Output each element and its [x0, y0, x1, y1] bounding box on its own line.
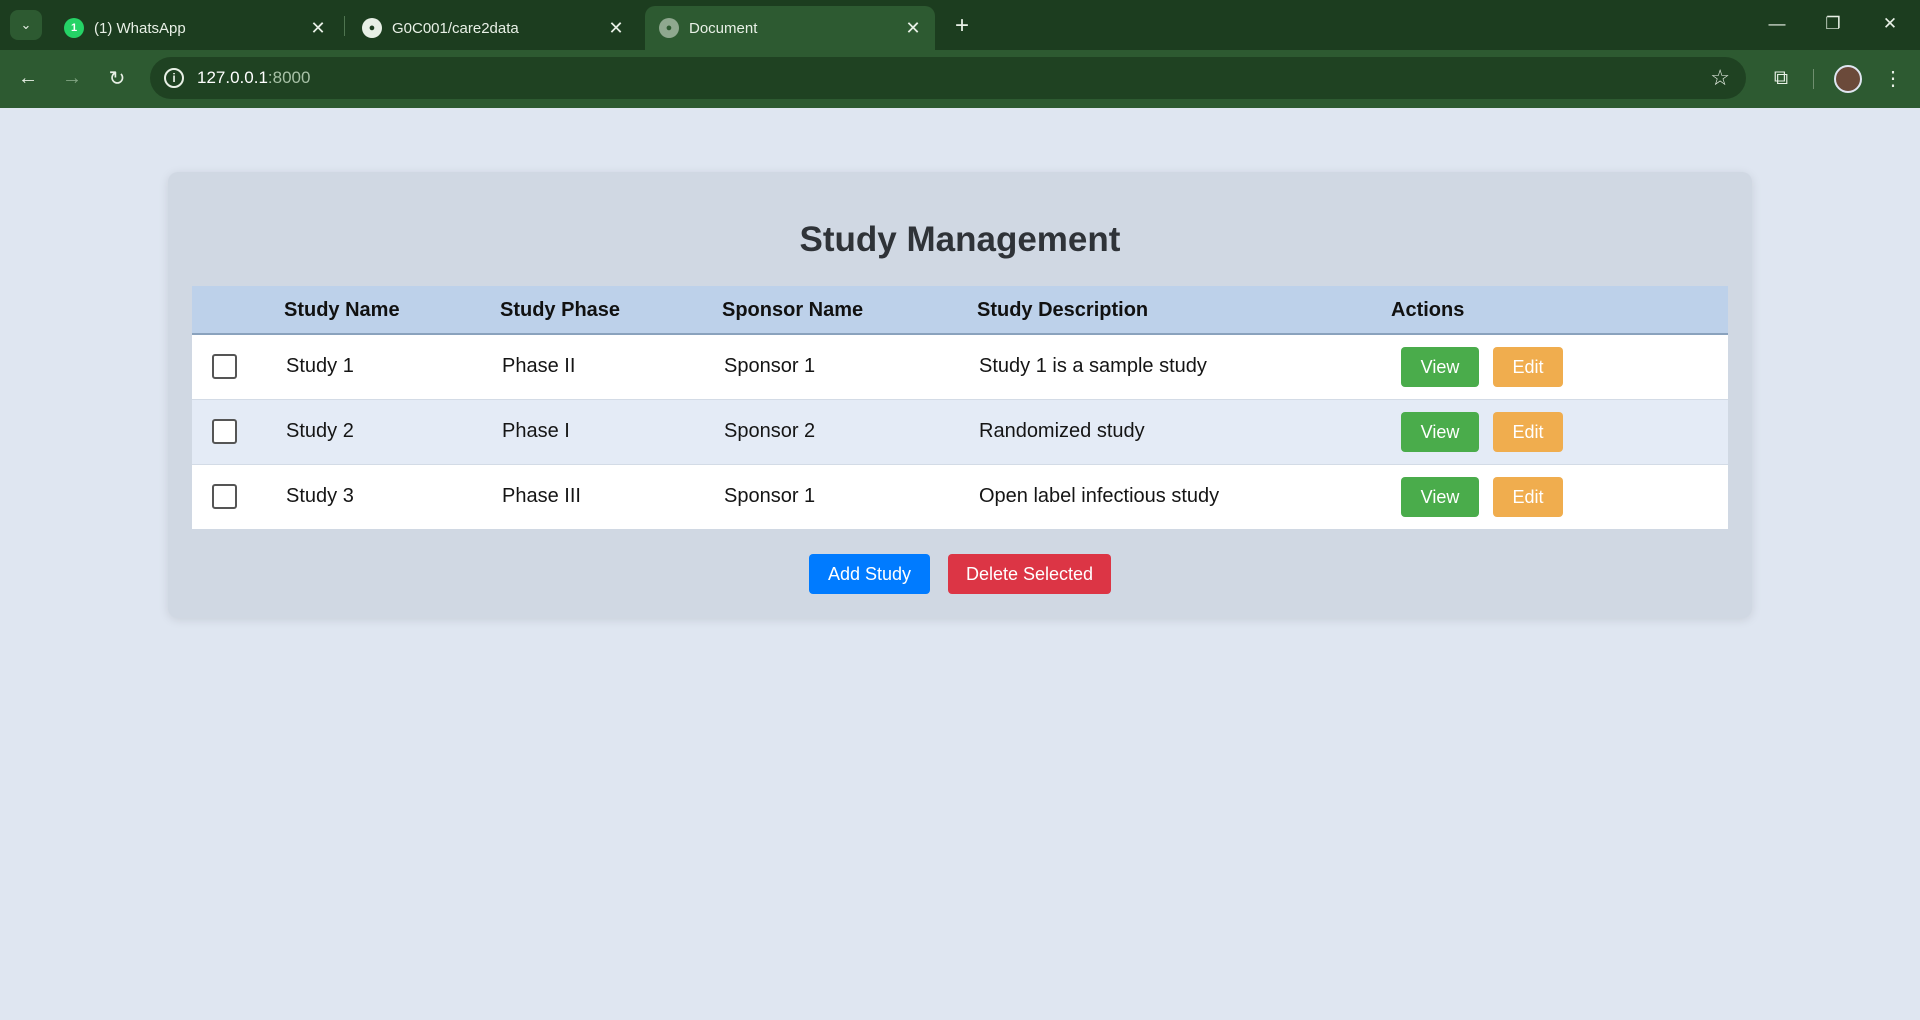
minimize-button[interactable]: — — [1757, 8, 1797, 40]
tab-document[interactable]: ● Document ✕ — [645, 6, 935, 50]
toolbar-divider — [1813, 69, 1814, 89]
sponsor-name: Sponsor 1 — [724, 355, 816, 378]
restore-button[interactable]: ❐ — [1813, 8, 1853, 40]
view-button[interactable]: View — [1401, 411, 1479, 452]
tab-whatsapp[interactable]: 1 (1) WhatsApp ✕ — [50, 6, 340, 50]
star-icon[interactable]: ☆ — [1710, 65, 1730, 91]
profile-avatar[interactable] — [1834, 65, 1862, 93]
study-management-card: Study Management Study Name Study Phase … — [168, 172, 1752, 618]
sponsor-name: Sponsor 2 — [724, 420, 816, 442]
view-button[interactable]: View — [1401, 346, 1479, 387]
edit-button[interactable]: Edit — [1493, 346, 1563, 387]
new-tab-button[interactable]: + — [948, 12, 976, 40]
close-icon[interactable]: ✕ — [901, 16, 925, 40]
actions-cell: View Edit — [1391, 399, 1728, 464]
close-icon[interactable]: ✕ — [604, 16, 628, 40]
more-vert-icon: ⋮ — [1883, 67, 1903, 90]
extensions-button[interactable]: ⧉ — [1765, 62, 1797, 94]
edit-button[interactable]: Edit — [1493, 411, 1563, 452]
close-icon: ✕ — [1882, 14, 1898, 33]
arrow-right-icon: → — [62, 66, 82, 89]
select-cell — [192, 464, 284, 529]
header-sponsor-name: Sponsor Name — [722, 299, 864, 321]
table-row: Study 1 Phase II Sponsor 1 Study 1 is a … — [192, 334, 1728, 399]
edit-button[interactable]: Edit — [1493, 476, 1563, 517]
arrow-left-icon: ← — [18, 66, 38, 89]
delete-selected-button[interactable]: Delete Selected — [948, 554, 1111, 594]
tab-search-button[interactable]: ⌄ — [10, 10, 42, 40]
info-icon[interactable]: i — [164, 68, 184, 88]
minimize-icon: — — [1768, 14, 1786, 33]
sponsor-name: Sponsor 1 — [724, 485, 816, 508]
chevron-down-icon: ⌄ — [20, 17, 32, 32]
actions-cell: View Edit — [1391, 334, 1728, 399]
header-actions: Actions — [1391, 299, 1465, 321]
url-port: :8000 — [267, 68, 311, 87]
header-study-name: Study Name — [284, 299, 400, 321]
globe-icon: ● — [659, 18, 679, 38]
reload-button[interactable]: ↻ — [101, 62, 133, 94]
study-name: Study 2 — [286, 420, 354, 442]
url-host: 127.0.0.1 — [197, 68, 268, 87]
row-checkbox[interactable] — [212, 419, 237, 444]
browser-toolbar: ← → ↻ i 127.0.0.1:8000 ☆ ⧉ ⋮ — [0, 50, 1920, 108]
study-description: Open label infectious study — [979, 485, 1220, 508]
tab-separator — [344, 16, 345, 36]
address-bar[interactable]: i 127.0.0.1:8000 ☆ — [150, 57, 1746, 99]
puzzle-icon: ⧉ — [1773, 66, 1789, 89]
plus-icon: + — [954, 12, 969, 39]
close-icon[interactable]: ✕ — [306, 16, 330, 40]
row-checkbox[interactable] — [212, 354, 237, 380]
view-button[interactable]: View — [1401, 476, 1479, 517]
study-phase: Phase III — [502, 485, 581, 508]
whatsapp-icon: 1 — [64, 18, 84, 38]
reload-icon: ↻ — [108, 67, 126, 90]
study-phase: Phase II — [502, 355, 576, 378]
close-window-button[interactable]: ✕ — [1870, 8, 1910, 40]
study-phase: Phase I — [502, 420, 570, 442]
url-text[interactable]: 127.0.0.1:8000 — [197, 68, 310, 88]
tab-label: G0C001/care2data — [392, 19, 519, 37]
table-row: Study 2 Phase I Sponsor 2 Randomized stu… — [192, 399, 1728, 464]
menu-button[interactable]: ⋮ — [1877, 62, 1909, 94]
page-title: Study Management — [799, 220, 1121, 259]
select-cell — [192, 399, 284, 464]
tab-label: Document — [689, 19, 758, 37]
select-cell — [192, 334, 284, 399]
tab-label: (1) WhatsApp — [94, 19, 186, 37]
header-select — [192, 286, 284, 334]
restore-icon: ❐ — [1825, 14, 1841, 33]
study-description: Randomized study — [979, 420, 1145, 442]
study-name: Study 3 — [286, 485, 354, 508]
tab-github[interactable]: ● G0C001/care2data ✕ — [348, 6, 638, 50]
row-checkbox[interactable] — [212, 484, 237, 510]
study-description: Study 1 is a sample study — [979, 355, 1207, 378]
forward-button[interactable]: → — [56, 62, 88, 94]
browser-tab-bar: ⌄ 1 (1) WhatsApp ✕ ● G0C001/care2data ✕ … — [0, 0, 1920, 50]
add-study-button[interactable]: Add Study — [809, 554, 930, 594]
header-study-description: Study Description — [977, 299, 1149, 321]
table-row: Study 3 Phase III Sponsor 1 Open label i… — [192, 464, 1728, 529]
study-name: Study 1 — [286, 355, 354, 378]
table-header-row: Study Name Study Phase Sponsor Name Stud… — [192, 286, 1728, 334]
github-icon: ● — [362, 18, 382, 38]
back-button[interactable]: ← — [12, 62, 44, 94]
studies-table: Study Name Study Phase Sponsor Name Stud… — [192, 286, 1728, 529]
actions-cell: View Edit — [1391, 464, 1728, 529]
header-study-phase: Study Phase — [500, 299, 621, 321]
